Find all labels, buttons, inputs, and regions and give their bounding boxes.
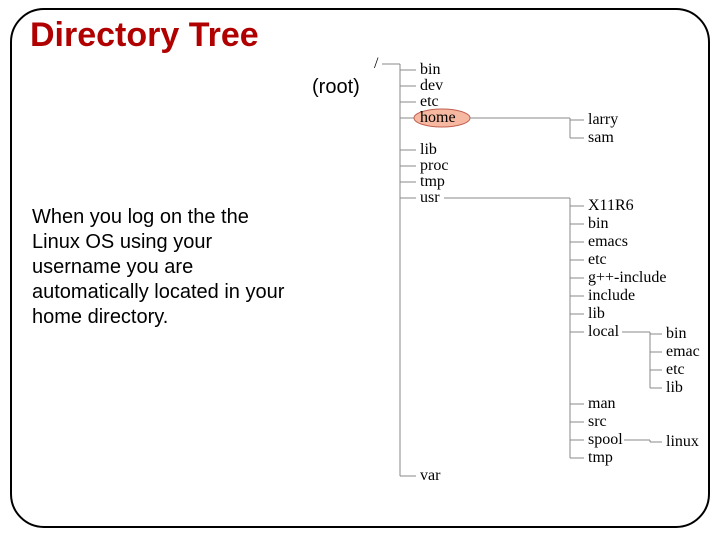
dir-local-lib: lib: [666, 379, 683, 396]
dir-local-emacs: emacs: [666, 343, 700, 360]
dir-usr-x11r6: X11R6: [588, 197, 634, 214]
dir-etc: etc: [420, 93, 439, 110]
dir-local-etc: etc: [666, 361, 685, 378]
dir-dev: dev: [420, 77, 443, 94]
dir-home-larry: larry: [588, 111, 618, 128]
tree-root: /: [374, 56, 379, 72]
dir-spool-linux: linux: [666, 433, 699, 450]
directory-tree-diagram: / bin dev etc home lib proc tmp usr: [360, 56, 700, 516]
dir-usr-etc: etc: [588, 251, 607, 268]
dir-local-bin: bin: [666, 325, 686, 342]
dir-proc: proc: [420, 157, 448, 174]
dir-usr-include: include: [588, 287, 635, 304]
dir-home: home: [420, 109, 456, 126]
dir-usr-spool: spool: [588, 431, 623, 448]
body-paragraph: When you log on the the Linux OS using y…: [32, 205, 302, 330]
dir-usr: usr: [420, 189, 440, 206]
dir-usr-man: man: [588, 395, 616, 412]
dir-lib: lib: [420, 141, 437, 158]
page-title: Directory Tree: [30, 16, 259, 55]
dir-tmp: tmp: [420, 173, 445, 190]
dir-usr-bin: bin: [588, 215, 608, 232]
slide-frame: Directory Tree (root) When you log on th…: [10, 8, 710, 528]
dir-usr-src: src: [588, 413, 607, 430]
dir-bin: bin: [420, 61, 440, 78]
dir-usr-tmp: tmp: [588, 449, 613, 466]
dir-var: var: [420, 467, 441, 484]
dir-usr-local: local: [588, 323, 620, 340]
root-annotation: (root): [312, 76, 360, 99]
dir-usr-gpp: g++-include: [588, 269, 666, 286]
dir-home-sam: sam: [588, 129, 614, 146]
dir-usr-emacs: emacs: [588, 233, 628, 250]
dir-usr-lib: lib: [588, 305, 605, 322]
